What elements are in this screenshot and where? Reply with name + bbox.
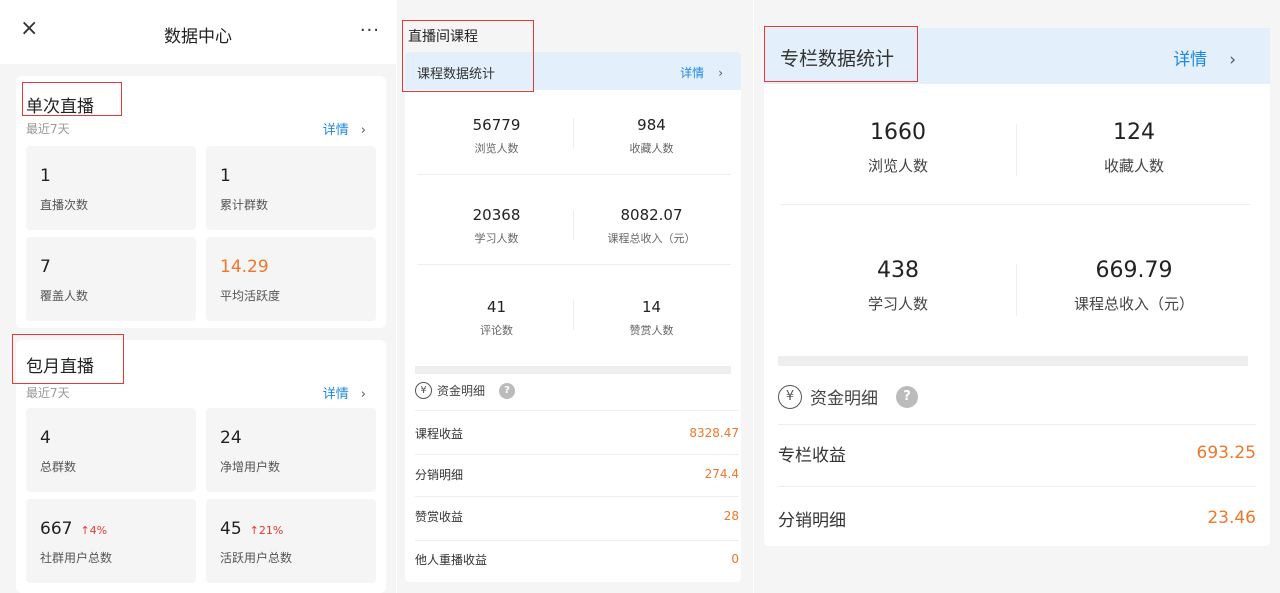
fund-row[interactable]: 分销明细 23.46 xyxy=(778,503,1256,533)
fund-row[interactable]: 他人重播收益 0 xyxy=(415,546,739,572)
data-center-panel: × 数据中心 ··· 单次直播 最近7天 详情 › 1 直播次数 1 累计群数 7 覆盖… xyxy=(0,0,396,593)
fund-row[interactable]: 赞赏收益 28 xyxy=(415,503,739,529)
single-live-period: 最近7天 xyxy=(26,122,70,136)
highlight-box xyxy=(22,82,122,116)
column-stats-card: 专栏数据统计 详情 › 1660 浏览人数 124 收藏人数 438 学习人数 669.… xyxy=(764,28,1270,546)
column-stats-detail-link[interactable]: 详情 › xyxy=(1173,45,1236,70)
page-title: 数据中心 xyxy=(164,27,232,47)
divider xyxy=(778,486,1256,487)
stat-cell: 984 收藏人数 xyxy=(629,116,674,155)
divider xyxy=(573,118,574,148)
single-live-detail-link[interactable]: 详情 › xyxy=(323,119,366,138)
monthly-live-detail-link[interactable]: 详情 › xyxy=(323,383,366,402)
yen-icon: ¥ xyxy=(415,382,432,399)
stat-cell: 20368 学习人数 xyxy=(472,206,521,245)
growth-badge: ↑21% xyxy=(249,524,284,537)
highlight-box xyxy=(402,20,534,92)
stat-cell: 56779 浏览人数 xyxy=(472,116,521,155)
section-divider xyxy=(778,356,1248,366)
live-course-panel: 直播间课程 课程数据统计 详情 › 56779 浏览人数 984 收藏人数 20368… xyxy=(397,0,753,593)
stat-tile: 14.29 平均活跃度 xyxy=(206,237,376,321)
course-stats-detail-link[interactable]: 详情 › xyxy=(680,64,723,81)
funds-title: ¥ 资金明细 ? xyxy=(778,384,918,409)
stat-cell: 1660 浏览人数 xyxy=(867,120,928,175)
divider xyxy=(780,204,1250,205)
stat-cell: 669.79 课程总收入（元） xyxy=(1073,258,1194,313)
divider xyxy=(415,410,739,411)
divider xyxy=(415,496,739,497)
help-icon[interactable]: ? xyxy=(896,385,918,408)
highlight-box xyxy=(764,26,918,82)
divider xyxy=(415,454,739,455)
stat-tile: 24 净增用户数 xyxy=(206,408,376,492)
divider xyxy=(778,424,1256,425)
chevron-right-icon: › xyxy=(360,387,366,402)
monthly-live-period: 最近7天 xyxy=(26,386,70,400)
stat-cell: 8082.07 课程总收入（元） xyxy=(607,206,696,245)
divider xyxy=(1016,264,1017,316)
chevron-right-icon: › xyxy=(360,123,366,138)
fund-row[interactable]: 课程收益 8328.47 xyxy=(415,420,739,446)
stat-cell: 438 学习人数 xyxy=(867,258,928,313)
divider xyxy=(415,540,739,541)
more-icon[interactable]: ··· xyxy=(360,20,380,41)
stat-cell: 124 收藏人数 xyxy=(1103,120,1164,175)
highlight-box xyxy=(12,334,124,384)
divider xyxy=(573,210,574,240)
fund-row[interactable]: 分销明细 274.4 xyxy=(415,461,739,487)
stat-tile: 667 ↑4% 社群用户总数 xyxy=(26,499,196,583)
divider xyxy=(417,174,731,175)
stat-tile: 4 总群数 xyxy=(26,408,196,492)
help-icon[interactable]: ? xyxy=(499,382,516,399)
stat-tile: 7 覆盖人数 xyxy=(26,237,196,321)
stat-tile: 45 ↑21% 活跃用户总数 xyxy=(206,499,376,583)
column-stats-panel: 专栏数据统计 详情 › 1660 浏览人数 124 收藏人数 438 学习人数 669.… xyxy=(754,0,1280,593)
divider xyxy=(573,300,574,330)
stat-tile: 1 直播次数 xyxy=(26,146,196,230)
chevron-right-icon: › xyxy=(1229,50,1236,70)
divider xyxy=(417,264,731,265)
growth-badge: ↑4% xyxy=(80,524,108,537)
stat-tile: 1 累计群数 xyxy=(206,146,376,230)
top-bar: × 数据中心 ··· xyxy=(0,0,396,64)
fund-row[interactable]: 专栏收益 693.25 xyxy=(778,438,1256,468)
divider xyxy=(1016,124,1017,176)
yen-icon: ¥ xyxy=(778,384,802,409)
stat-cell: 41 评论数 xyxy=(480,298,513,337)
course-stats-card: 课程数据统计 详情 › 56779 浏览人数 984 收藏人数 20368 学习人数 8… xyxy=(405,52,741,582)
funds-title: ¥ 资金明细 ? xyxy=(415,382,516,399)
stat-cell: 14 赞赏人数 xyxy=(629,298,674,337)
chevron-right-icon: › xyxy=(718,66,723,80)
section-divider xyxy=(415,366,731,374)
